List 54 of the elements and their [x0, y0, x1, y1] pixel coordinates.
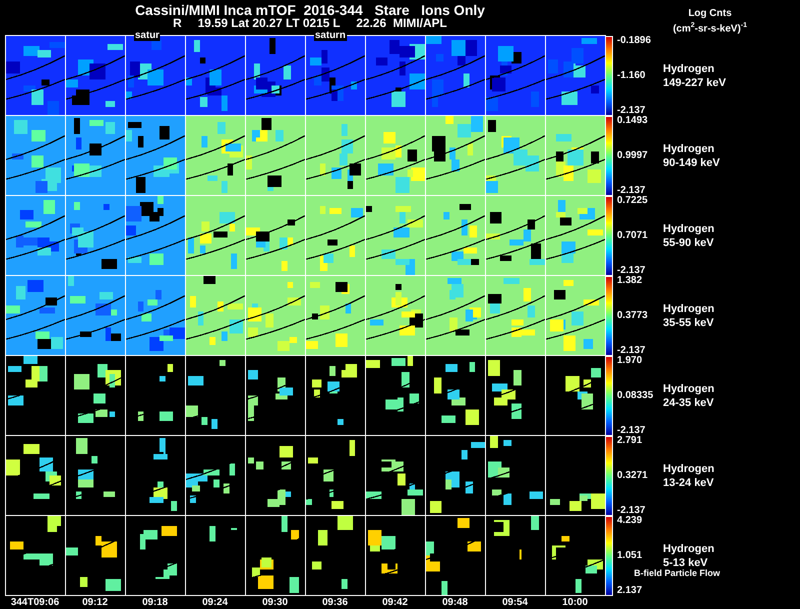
units-label: (cm$^{2}$-sr-s-keV)$^{-1}$: [672, 21, 748, 36]
scale-value: 0.9997: [617, 151, 649, 161]
energy-label: 24-35 keV: [663, 396, 715, 410]
scale-value: 1.382: [617, 276, 644, 286]
scale-value: 1.051: [617, 551, 644, 561]
time-label: 09:18: [142, 596, 168, 609]
time-label: 09:48: [442, 596, 468, 609]
scale-value: -2.137: [617, 346, 646, 356]
scale-value: -1.160: [617, 71, 646, 81]
time-label: 10:00: [562, 596, 588, 609]
species-label: Hydrogen: [663, 382, 716, 396]
time-label: 09:24: [202, 596, 228, 609]
units-label: Log Cnts: [688, 8, 732, 20]
scale-value: -2.137: [617, 426, 646, 436]
plot-title: Cassini/MIMI Inca mTOF 2016-344 Stare Ions Only: [135, 3, 485, 17]
time-label: 09:30: [262, 596, 288, 609]
species-label: Hydrogen: [663, 302, 716, 316]
species-label: Hydrogen: [663, 462, 716, 476]
scale-value: 2.791: [617, 436, 644, 446]
scale-value: 4.239: [617, 516, 644, 526]
scale-value: 0.7071: [617, 231, 649, 241]
scale-value: -0.1896: [617, 36, 652, 46]
tile-label: satur: [134, 31, 160, 41]
energy-label: 35-55 keV: [663, 316, 715, 330]
scale-value: 0.3773: [617, 311, 649, 321]
scale-value: -2.137: [617, 106, 646, 116]
scale-value: -2.137: [617, 506, 646, 516]
scale-value: 2.137: [617, 586, 644, 596]
energy-label: 149-227 keV: [663, 76, 726, 90]
tile-label: saturn: [314, 31, 347, 41]
orbit-info: 22.26 MIMI/APL: [356, 17, 447, 29]
energy-label: 55-90 keV: [663, 236, 715, 250]
scale-value: 0.08335: [617, 391, 654, 401]
scale-value: 0.1493: [617, 116, 649, 126]
energy-label: 90-149 keV: [663, 156, 721, 170]
species-label: Hydrogen: [663, 62, 716, 76]
energy-label: 5-13 keV: [663, 556, 709, 570]
time-label: 09:42: [382, 596, 408, 609]
species-label: Hydrogen: [663, 142, 716, 156]
scale-value: -2.137: [617, 186, 646, 196]
species-label: Hydrogen: [663, 542, 716, 556]
footer-note: B-field Particle Flow: [634, 567, 720, 580]
scale-value: 0.7225: [617, 196, 649, 206]
energy-label: 13-24 keV: [663, 476, 715, 490]
species-label: Hydrogen: [663, 222, 716, 236]
scale-value: 0.3271: [617, 471, 649, 481]
time-label: 344T09:06: [10, 596, 60, 609]
time-label: 09:12: [82, 596, 108, 609]
orbit-info: 19.59 Lat 20.27 LT 0215 L: [198, 17, 340, 29]
orbit-info: R: [173, 17, 182, 29]
scale-value: 1.970: [617, 356, 644, 366]
scale-value: -2.137: [617, 266, 646, 276]
time-label: 09:36: [322, 596, 348, 609]
time-label: 09:54: [502, 596, 528, 609]
